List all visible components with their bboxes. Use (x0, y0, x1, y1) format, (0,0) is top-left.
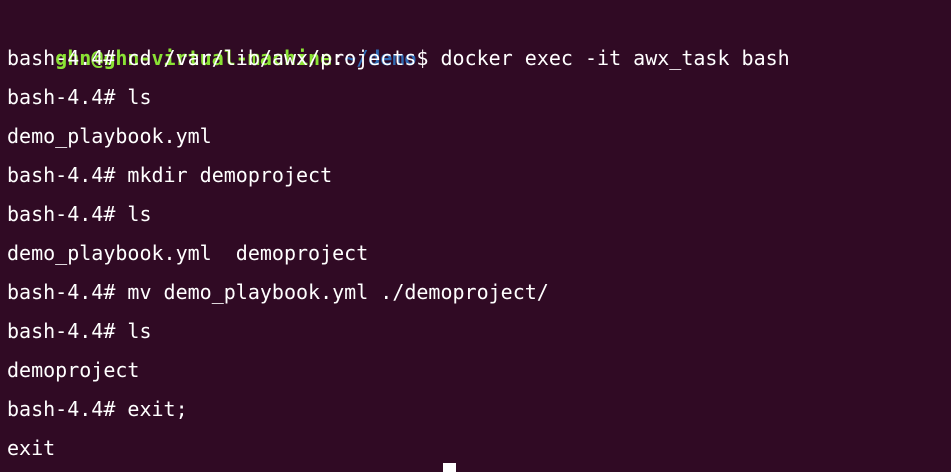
output-line: bash-4.4# ls (7, 202, 152, 226)
output-line: bash-4.4# ls (7, 319, 152, 343)
prompt-line: ghn@ghn-virtual-machine:~/demo$ docker e… (7, 0, 790, 70)
output-line: demoproject (7, 358, 140, 382)
output-line: bash-4.4# cd /var/lib/awx/projects (7, 46, 417, 70)
prompt-command: docker exec -it awx_task bash (440, 46, 790, 70)
output-line: bash-4.4# mv demo_playbook.yml ./demopro… (7, 280, 549, 304)
output-line: bash-4.4# mkdir demoproject (7, 163, 333, 187)
prompt-symbol: $ (416, 46, 441, 70)
output-line: bash-4.4# ls (7, 85, 152, 109)
output-line: bash-4.4# exit; (7, 397, 188, 421)
terminal-window[interactable]: ghn@ghn-virtual-machine:~/demo$ docker e… (0, 0, 951, 472)
output-line: demo_playbook.yml demoproject (7, 241, 369, 265)
output-line: demo_playbook.yml (7, 124, 212, 148)
text-cursor (443, 463, 456, 472)
output-line: exit (7, 436, 56, 460)
